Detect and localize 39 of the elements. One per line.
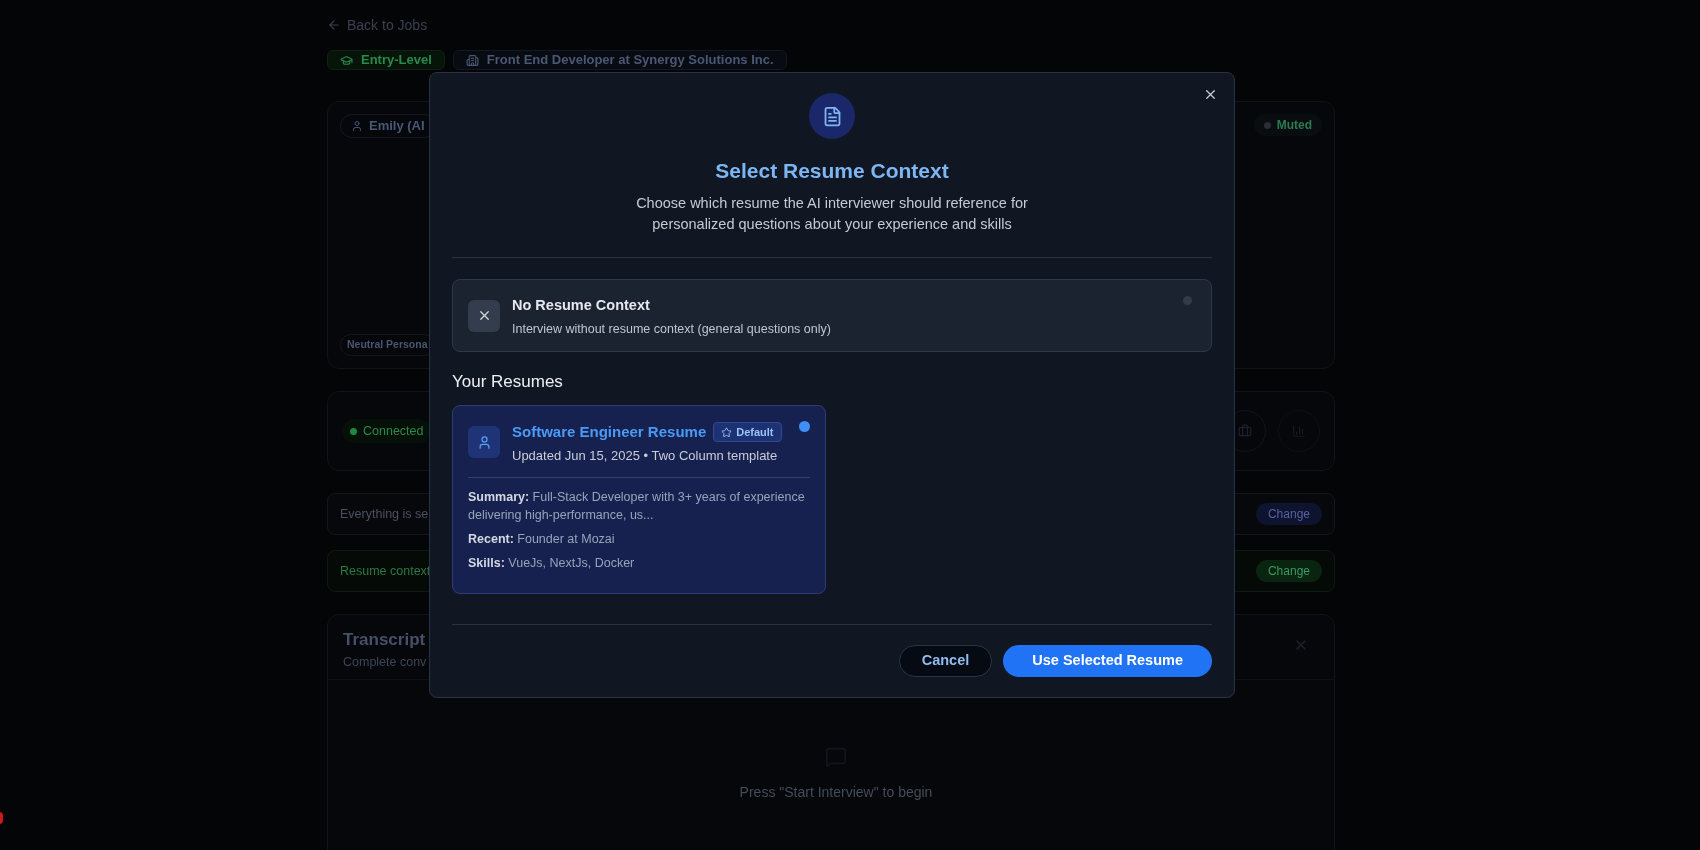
no-resume-option[interactable]: No Resume Context Interview without resume context (general questions only)	[452, 278, 1212, 352]
dialog-title: Select Resume Context	[715, 158, 949, 184]
close-icon	[1203, 87, 1218, 102]
graduation-cap-icon	[340, 53, 353, 67]
x-icon	[468, 299, 500, 332]
mic-status-pill: Muted	[1253, 114, 1322, 136]
notice-text: Everything is se	[340, 505, 429, 523]
cancel-button[interactable]: Cancel	[898, 645, 993, 677]
user-icon	[351, 120, 363, 132]
default-badge: Default	[713, 422, 782, 443]
resume-detail: Recent: Founder at Mozai	[468, 531, 616, 548]
job-badge: Front End Developer at Synergy Solutions Inc.	[452, 50, 787, 70]
radio-indicator	[799, 421, 810, 432]
briefcase-icon	[1238, 424, 1252, 438]
option-title: No Resume Context	[512, 295, 651, 315]
bar-chart-icon	[1292, 424, 1306, 438]
section-title: Your Resumes	[452, 370, 564, 393]
star-icon	[721, 426, 733, 438]
connection-status-pill: Connected	[342, 419, 432, 443]
user-icon	[468, 426, 500, 458]
change-button[interactable]: Change	[1255, 503, 1322, 525]
resume-card[interactable]	[452, 405, 826, 594]
change-button[interactable]: Change	[1255, 560, 1322, 582]
use-selected-button[interactable]: Use Selected Resume	[1003, 645, 1212, 677]
notice-text: Resume context	[340, 562, 431, 580]
transcript-title: Transcript	[343, 629, 427, 651]
dialog-description: Choose which resume the AI interviewer should reference for personalized questions about your experience and skills	[635, 193, 1029, 234]
building-icon	[465, 53, 479, 67]
resume-detail: Summary: Full-Stack Developer with 3+ years of experience delivering high-performance, us...	[468, 489, 806, 524]
close-button[interactable]	[1203, 87, 1218, 102]
empty-transcript-text: Press "Start Interview" to begin	[739, 783, 933, 803]
level-badge: Entry-Level	[327, 50, 445, 70]
resume-title: Software Engineer Resume	[512, 422, 707, 442]
resume-meta: Updated Jun 15, 2025 • Two Column template	[512, 446, 779, 465]
radio-indicator	[1183, 295, 1192, 305]
option-description: Interview without resume context (general questions only)	[512, 321, 832, 339]
resume-detail: Skills: VueJs, NextJs, Docker	[468, 555, 636, 572]
transcript-subtitle: Complete conv	[343, 653, 427, 671]
document-icon	[809, 93, 855, 139]
